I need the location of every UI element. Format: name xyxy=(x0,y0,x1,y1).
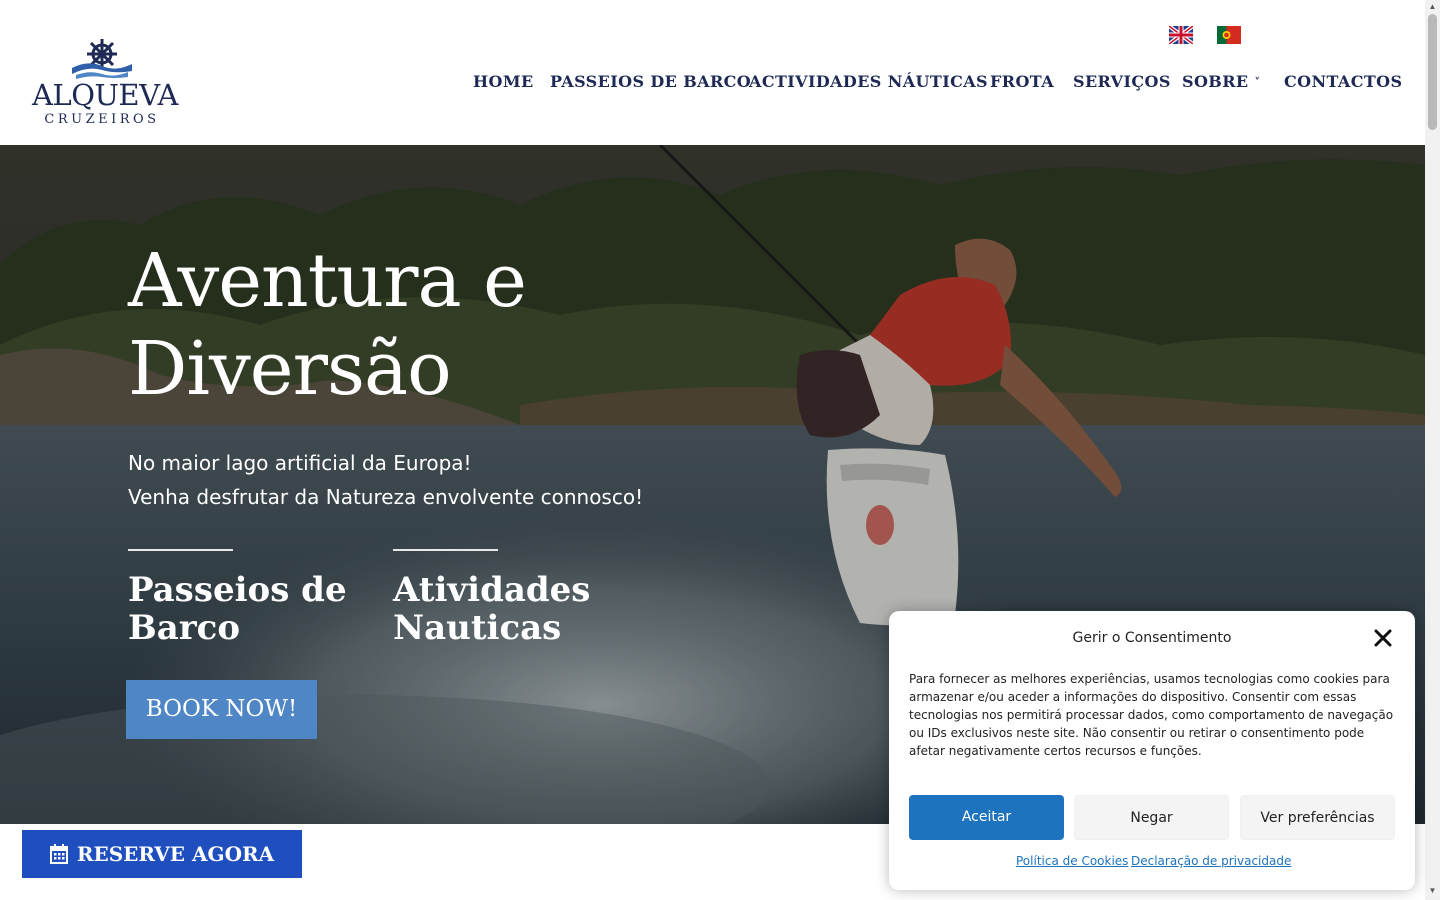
deny-button[interactable]: Negar xyxy=(1074,795,1229,840)
consent-title: Gerir o Consentimento xyxy=(1072,630,1232,646)
uk-flag-icon[interactable] xyxy=(1169,26,1193,44)
hero-subtitle-line1: No maior lago artificial da Europa! xyxy=(128,451,472,475)
feature-title-line1: Atividades xyxy=(393,570,591,610)
site-header: ALQUEVA CRUZEIROS HOME PASSEIOS DE BARCO… xyxy=(0,0,1425,145)
nav-sobre[interactable]: SOBRE ˅ xyxy=(1182,72,1260,91)
accept-button[interactable]: Aceitar xyxy=(909,795,1064,840)
nav-sobre-label: SOBRE xyxy=(1182,72,1249,91)
calendar-icon xyxy=(49,844,68,864)
logo-wordmark: ALQUEVA xyxy=(32,78,179,112)
feature-title-line1: Passeios de xyxy=(128,570,347,610)
hero-title-line1: Aventura e xyxy=(128,238,527,324)
logo-subtitle: CRUZEIROS xyxy=(44,112,160,127)
scroll-up-arrow-icon[interactable]: ▲ xyxy=(1428,2,1437,11)
nav-passeios-de-barco[interactable]: PASSEIOS DE BARCO xyxy=(550,72,751,91)
feature-title-line2: Nauticas xyxy=(393,608,562,648)
scrollbar-thumb[interactable] xyxy=(1428,14,1437,130)
feature-divider xyxy=(393,549,498,551)
feature-title-line2: Barco xyxy=(128,608,241,648)
consent-text: Para fornecer as melhores experiências, … xyxy=(909,672,1394,758)
hero-title: Aventura e Diversão xyxy=(128,237,527,413)
portugal-flag-icon[interactable] xyxy=(1217,26,1241,44)
nav-contactos[interactable]: CONTACTOS xyxy=(1284,72,1402,91)
reserve-agora-label: RESERVE AGORA xyxy=(76,842,275,866)
feature-divider xyxy=(128,549,233,551)
cookie-consent-dialog: Gerir o Consentimento Para fornecer as m… xyxy=(889,611,1415,890)
feature-passeios-de-barco[interactable]: Passeios de Barco xyxy=(128,571,347,647)
close-icon[interactable] xyxy=(1373,628,1393,648)
reserve-agora-button[interactable]: RESERVE AGORA xyxy=(22,830,302,878)
book-now-button[interactable]: BOOK NOW! xyxy=(126,680,317,739)
feature-atividades-nauticas[interactable]: Atividades Nauticas xyxy=(393,571,590,647)
nav-actividades-nauticas[interactable]: ACTIVIDADES NÁUTICAS xyxy=(749,72,988,91)
chevron-down-icon: ˅ xyxy=(1254,76,1261,89)
nav-servicos[interactable]: SERVIÇOS xyxy=(1073,72,1171,91)
scroll-down-arrow-icon[interactable]: ▼ xyxy=(1428,886,1437,895)
nav-frota[interactable]: FROTA xyxy=(990,72,1054,91)
privacy-statement-link[interactable]: Declaração de privacidade xyxy=(1131,854,1291,868)
page-scrollbar[interactable]: ▲ ▼ xyxy=(1425,0,1440,900)
cookie-policy-link[interactable]: Política de Cookies xyxy=(1016,854,1128,868)
view-preferences-button[interactable]: Ver preferências xyxy=(1240,795,1395,840)
nav-home[interactable]: HOME xyxy=(473,72,534,91)
hero-title-line2: Diversão xyxy=(128,326,452,412)
site-logo[interactable]: ALQUEVA CRUZEIROS xyxy=(32,38,179,130)
hero-subtitle-line2: Venha desfrutar da Natureza envolvente c… xyxy=(128,485,644,509)
ship-wheel-icon xyxy=(72,39,132,79)
